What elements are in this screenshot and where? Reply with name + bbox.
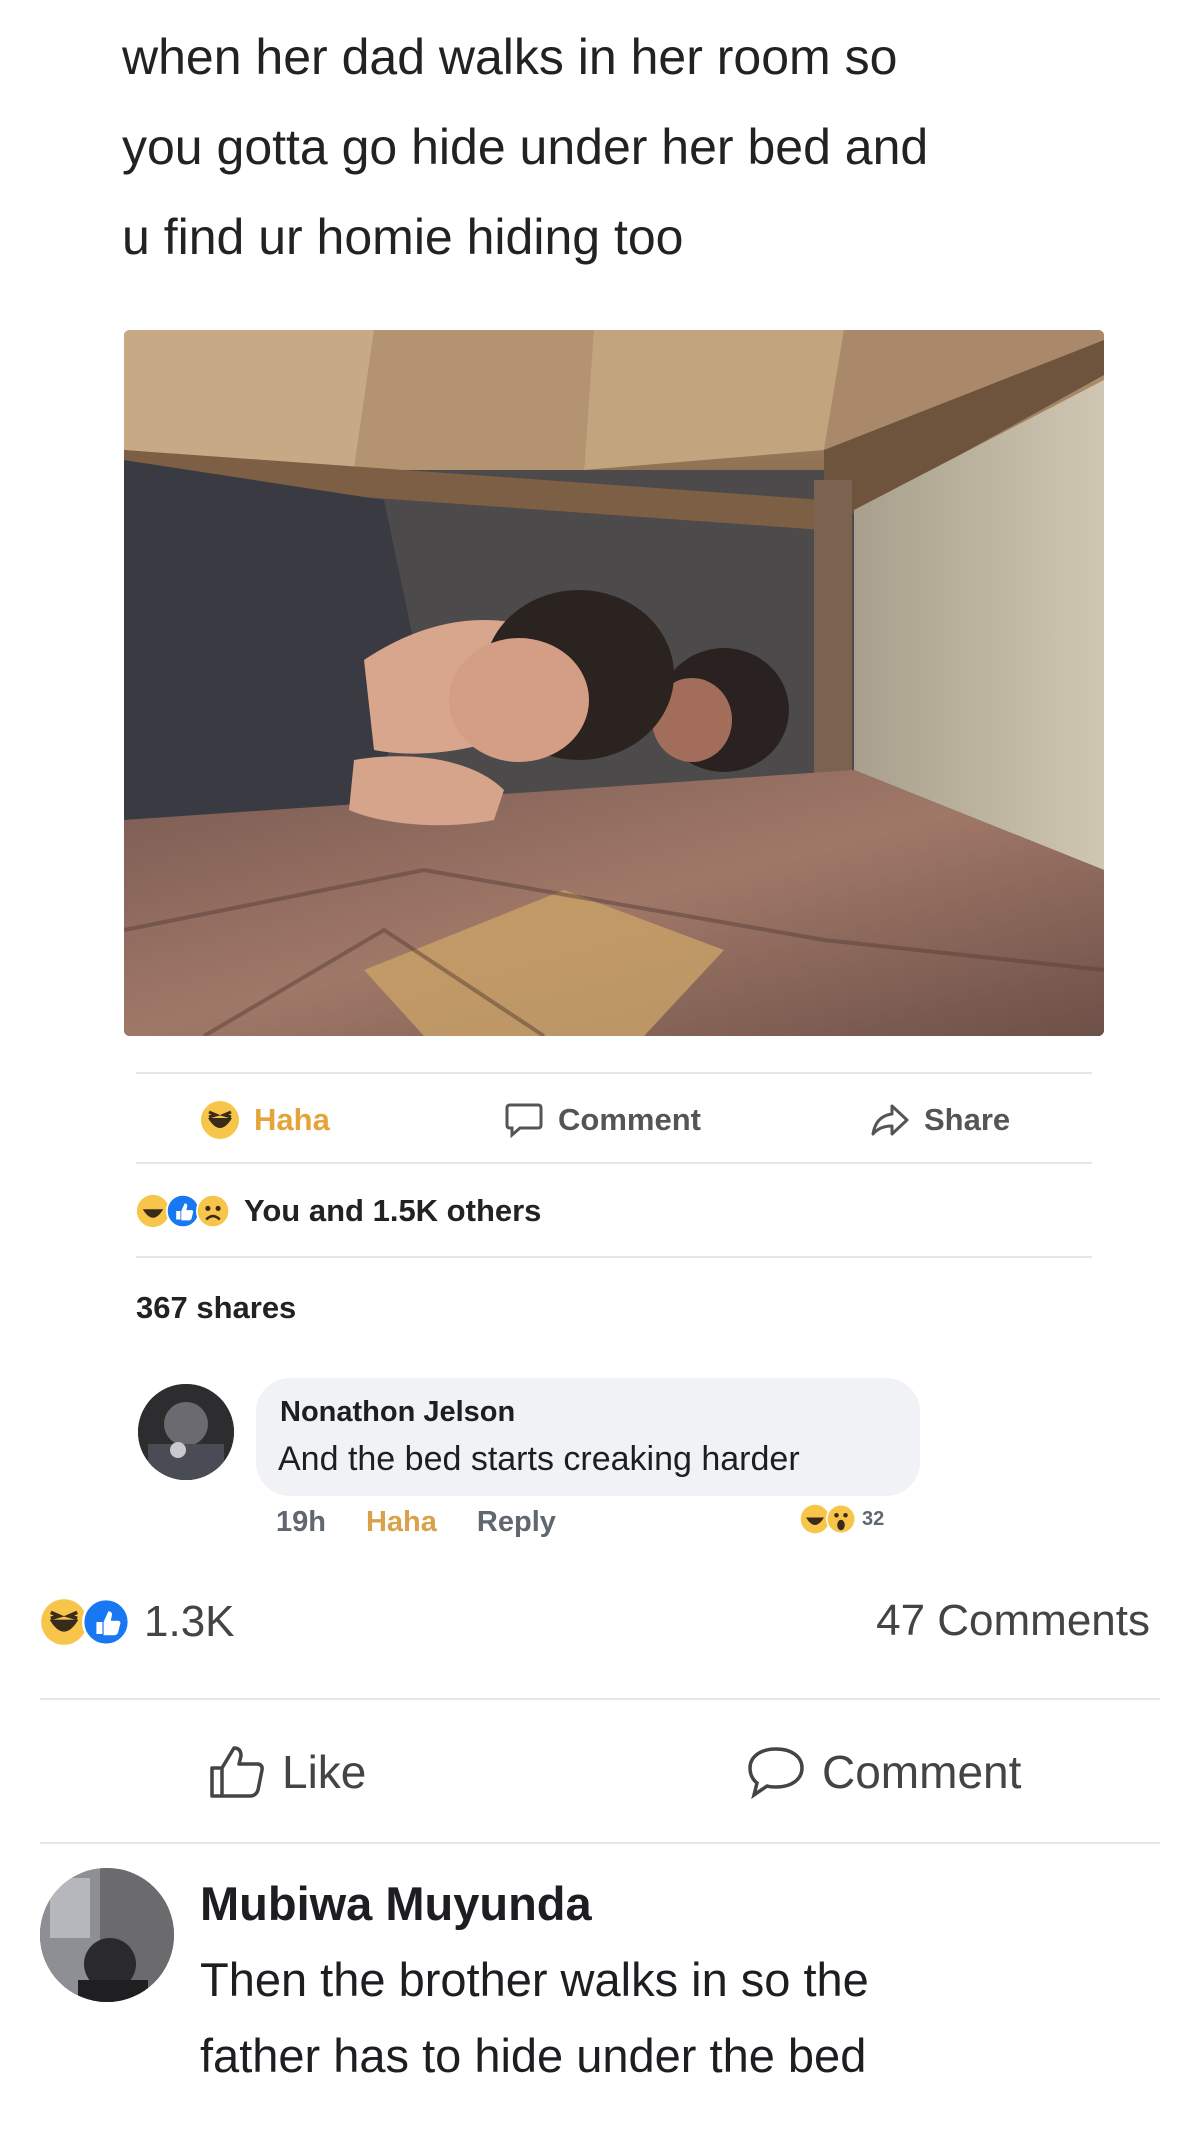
comment-icon xyxy=(504,1101,544,1139)
comment-text: And the bed starts creaking harder xyxy=(278,1440,800,1478)
comment-line: father has to hide under the bed xyxy=(200,2029,867,2082)
caption-line: when her dad walks in her room so xyxy=(122,29,898,85)
divider xyxy=(136,1256,1092,1258)
comment-label: Comment xyxy=(558,1102,701,1137)
haha-icon xyxy=(40,1598,88,1646)
divider xyxy=(136,1162,1092,1164)
caption-line: you gotta go hide under her bed and xyxy=(122,119,929,175)
post-caption: when her dad walks in her room so you go… xyxy=(122,12,1122,282)
haha-icon xyxy=(136,1194,170,1228)
share-label: Share xyxy=(924,1102,1011,1137)
like-icon xyxy=(166,1194,200,1228)
wow-icon xyxy=(826,1504,856,1534)
comment-meta: 19h Haha Reply xyxy=(276,1506,556,1539)
like-icon xyxy=(82,1598,130,1646)
comment-author[interactable]: Mubiwa Muyunda xyxy=(200,1876,592,1931)
comment-icon xyxy=(748,1745,806,1799)
shares-count[interactable]: 367 shares xyxy=(136,1290,296,1326)
sad-icon xyxy=(196,1194,230,1228)
caption-line: u find ur homie hiding too xyxy=(122,209,684,265)
like-button[interactable]: Like xyxy=(208,1740,366,1804)
haha-icon xyxy=(200,1100,240,1140)
reaction-count: 1.3K xyxy=(144,1597,235,1646)
comment-author[interactable]: Nonathon Jelson xyxy=(280,1396,515,1429)
divider xyxy=(40,1698,1160,1700)
divider xyxy=(136,1072,1092,1074)
share-button[interactable]: Share xyxy=(870,1092,1010,1148)
like-icon xyxy=(208,1744,266,1800)
haha-label: Haha xyxy=(254,1102,330,1137)
comment-haha-button[interactable]: Haha xyxy=(366,1506,437,1539)
comment-button[interactable]: Comment xyxy=(504,1092,701,1148)
comments-count[interactable]: 47 Comments xyxy=(876,1596,1150,1646)
under-bed-photo xyxy=(124,330,1104,1036)
share-icon xyxy=(870,1102,910,1138)
comment-label: Comment xyxy=(822,1746,1022,1798)
reaction-summary[interactable]: You and 1.5K others xyxy=(136,1186,541,1236)
comment-time: 19h xyxy=(276,1506,326,1538)
post-reactions[interactable]: 1.3K xyxy=(40,1592,235,1652)
comment-line: Then the brother walks in so the xyxy=(200,1953,869,2006)
avatar[interactable] xyxy=(40,1868,174,2002)
comment-reply-button[interactable]: Reply xyxy=(477,1506,556,1539)
divider xyxy=(40,1842,1160,1844)
comment-button[interactable]: Comment xyxy=(748,1740,1021,1804)
comment-reaction-count: 32 xyxy=(862,1507,885,1530)
post-photo[interactable] xyxy=(124,330,1104,1036)
reactions-text: You and 1.5K others xyxy=(244,1193,542,1228)
like-label: Like xyxy=(282,1746,367,1798)
avatar[interactable] xyxy=(138,1384,234,1480)
haha-button[interactable]: Haha xyxy=(200,1092,330,1148)
comment-text: Then the brother walks in so the father … xyxy=(200,1942,1160,2094)
comment-reactions[interactable]: 32 xyxy=(800,1496,884,1542)
